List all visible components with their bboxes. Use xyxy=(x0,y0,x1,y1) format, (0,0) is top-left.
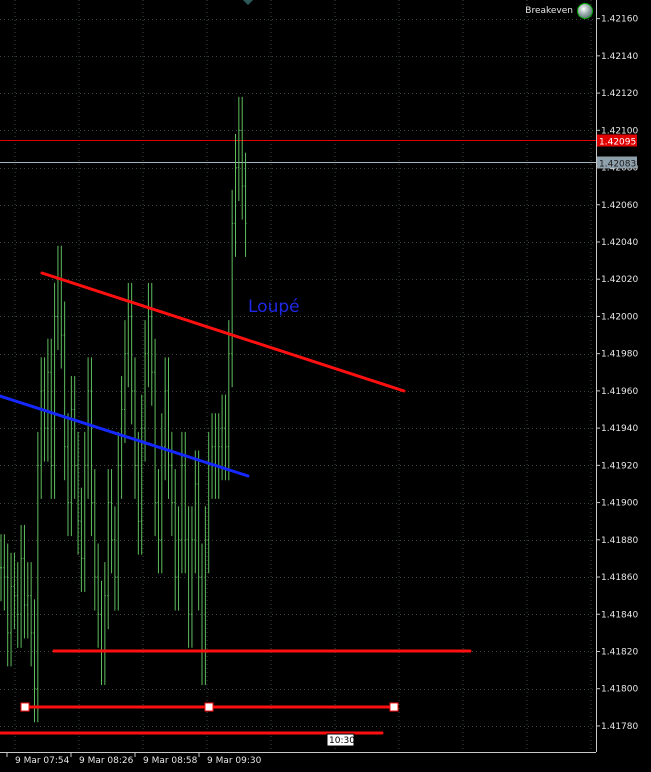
price-tick-label: 1.41940 xyxy=(601,424,638,434)
price-tick-label: 1.42020 xyxy=(601,275,638,285)
price-tick-label: 1.41980 xyxy=(601,350,638,360)
descending-red-trendline xyxy=(40,271,406,393)
price-tick-label: 1.41880 xyxy=(601,536,638,546)
expert-advisor-name: Breakeven xyxy=(525,6,573,16)
price-tick-label: 1.42140 xyxy=(601,52,638,62)
trendline-handle xyxy=(20,702,30,712)
price-tick-label: 1.42060 xyxy=(601,201,638,211)
price-tick-label: 1.42040 xyxy=(601,238,638,248)
current-price-label: 1.42083 xyxy=(599,160,636,170)
price-tick-label: 1.41800 xyxy=(601,685,638,695)
loupe-annotation: Loupé xyxy=(248,297,300,317)
price-tick-label: 1.41860 xyxy=(601,573,638,583)
price-tick-label: 1.42000 xyxy=(601,312,638,322)
price-tick-label: 1.41820 xyxy=(601,647,638,657)
price-chart[interactable]: 1.421601.421401.421201.421001.420801.420… xyxy=(0,0,651,772)
red-level-label: 1.42095 xyxy=(599,138,636,148)
price-tick-label: 1.42120 xyxy=(601,89,638,99)
expert-advisor-icon[interactable] xyxy=(577,3,593,19)
trendline-handle xyxy=(204,702,214,712)
trendline-handle xyxy=(389,702,399,712)
blue-trendline xyxy=(0,394,250,478)
time-tick-label: 9 Mar 09:30 xyxy=(207,756,262,766)
time-marker-label: 10:30 xyxy=(329,736,355,746)
chart-shift-marker xyxy=(243,0,253,5)
price-tick-label: 1.41900 xyxy=(601,499,638,509)
time-tick-label: 9 Mar 07:54 xyxy=(15,756,70,766)
time-tick-label: 9 Mar 08:58 xyxy=(143,756,198,766)
price-tick-label: 1.42160 xyxy=(601,15,638,25)
time-tick-label: 9 Mar 08:26 xyxy=(79,756,134,766)
price-tick-label: 1.41840 xyxy=(601,610,638,620)
expert-advisor-indicator[interactable]: Breakeven xyxy=(525,3,593,19)
price-tick-label: 1.41960 xyxy=(601,387,638,397)
price-tick-label: 1.41780 xyxy=(601,722,638,732)
price-tick-label: 1.41920 xyxy=(601,461,638,471)
